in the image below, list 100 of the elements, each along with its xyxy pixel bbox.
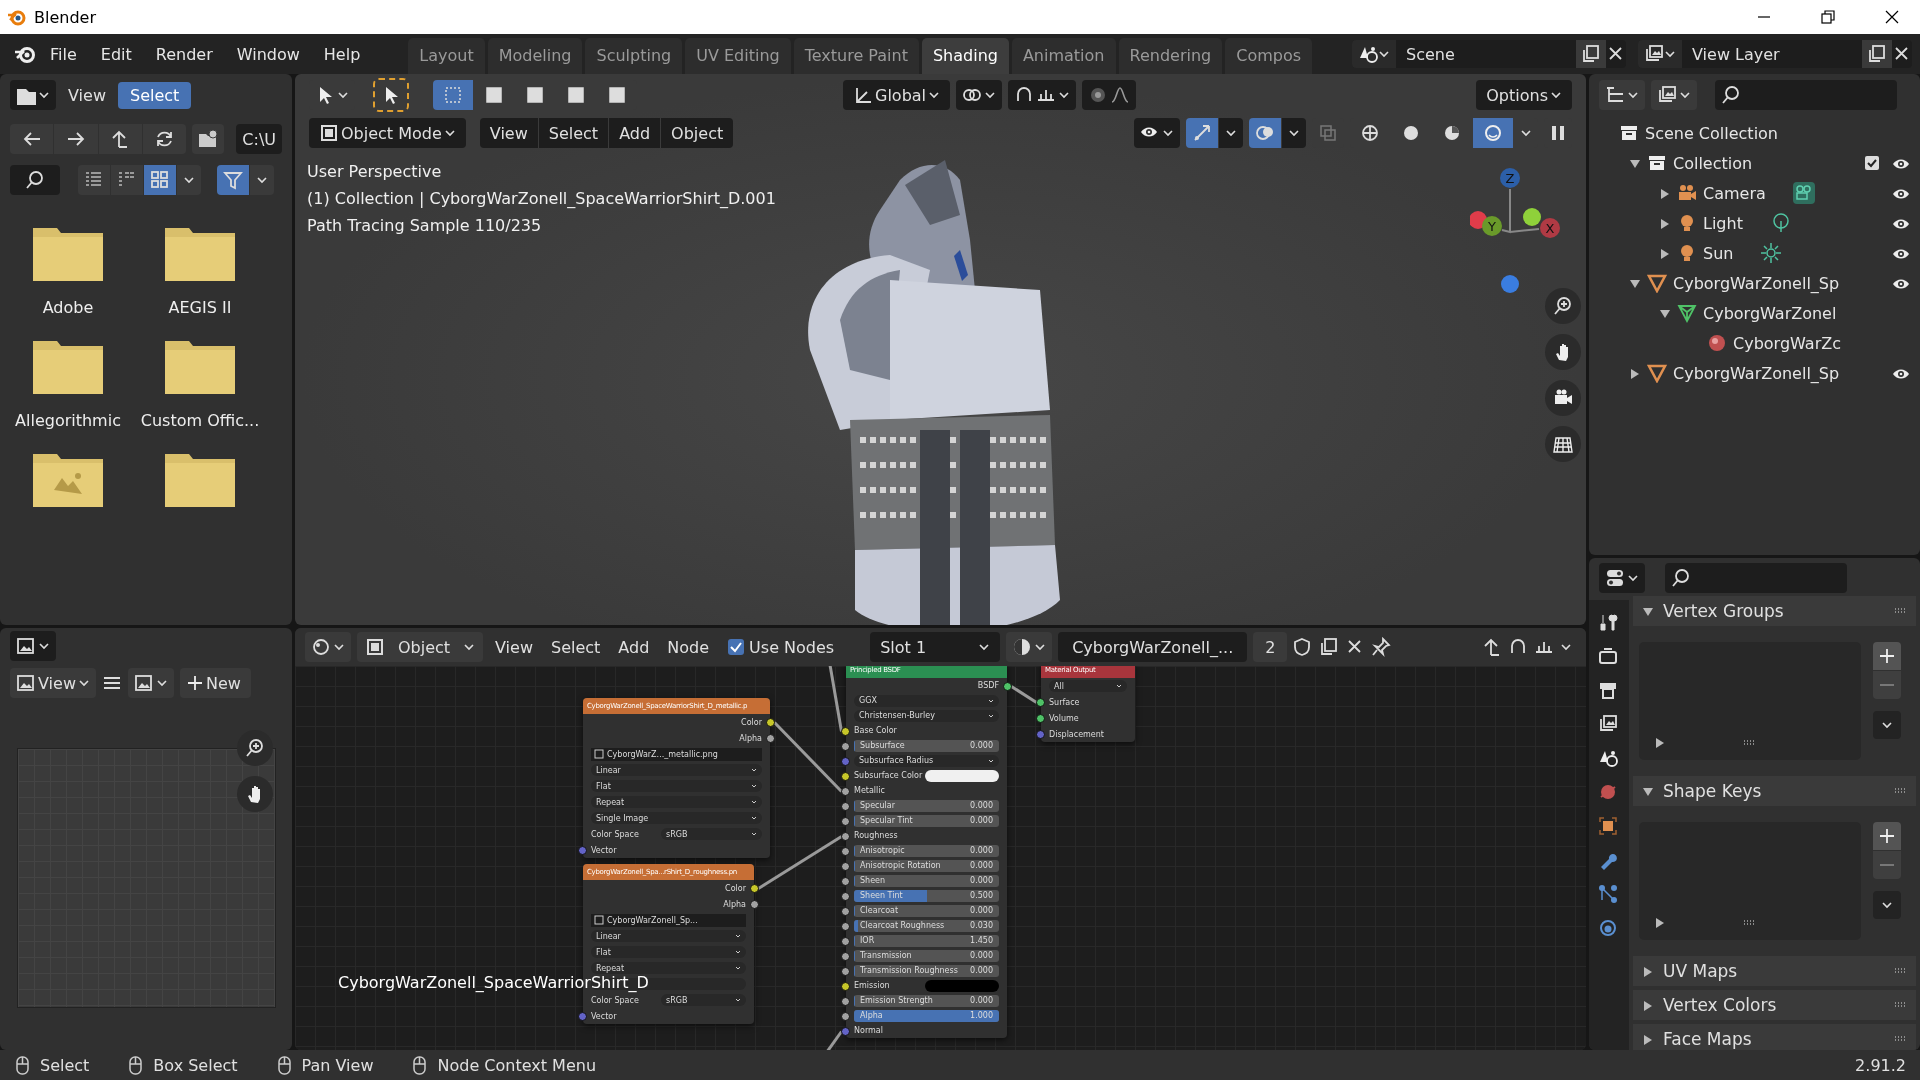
value-slider[interactable]: Alpha 1.000	[854, 1009, 999, 1022]
file-name[interactable]: Adobe	[42, 298, 94, 317]
scene-selector[interactable]: Scene	[1352, 40, 1626, 68]
menu-item[interactable]: Render	[145, 40, 223, 68]
node-dropdown[interactable]: sRGB	[661, 828, 762, 840]
tree-item-label[interactable]: Collection	[1673, 153, 1753, 173]
socket-label: Vector	[591, 1011, 617, 1021]
node-dropdown[interactable]: Christensen-Burley	[854, 709, 999, 722]
workspace-tab[interactable]: Rendering	[1118, 38, 1223, 74]
node-dropdown[interactable]: Repeat	[591, 962, 746, 974]
use-nodes-checkbox[interactable]: Use Nodes	[721, 633, 841, 661]
socket-label: Vector	[591, 845, 617, 855]
socket-label: Emission	[854, 981, 890, 990]
node-dropdown[interactable]: Flat	[591, 780, 762, 792]
tree-item-label[interactable]: Sun	[1703, 243, 1734, 263]
value-slider[interactable]: Subsurface 0.000	[854, 739, 999, 752]
socket-label: Base Color	[854, 726, 897, 735]
material-name-field[interactable]: CyborgWarZonell_...	[1058, 632, 1248, 662]
menu-item[interactable]: Help	[313, 40, 371, 68]
panel-header[interactable]: Shape Keys	[1633, 776, 1916, 806]
menu-item[interactable]: Select	[117, 81, 192, 109]
value-slider[interactable]: Sheen Tint 0.500	[854, 889, 999, 902]
workspace-tab[interactable]: Layout	[408, 38, 485, 74]
socket-label: Alpha	[739, 733, 762, 743]
tree-item-label[interactable]: CyborgWarZc	[1733, 333, 1841, 353]
value-slider[interactable]: Sheen 0.000	[854, 874, 999, 887]
view-dropdown[interactable]: View	[10, 668, 96, 698]
value-slider[interactable]: Clearcoat 0.000	[854, 904, 999, 917]
value-slider[interactable]: Transmission 0.000	[854, 949, 999, 962]
tree-item-label[interactable]: CyborgWarZonell_Sp	[1673, 273, 1840, 293]
value-slider[interactable]: Emission Strength 0.000	[854, 994, 999, 1007]
node-dropdown[interactable]: sRGB	[661, 994, 746, 1006]
menu-item[interactable]: Edit	[90, 40, 142, 68]
workspace-tab[interactable]: Texture Paint	[793, 38, 919, 74]
slot-dropdown[interactable]: Slot 1	[870, 632, 1001, 662]
value-slider[interactable]: IOR 1.450	[854, 934, 999, 947]
image-selector[interactable]: CyborgWarZonell_Sp...	[591, 913, 746, 927]
shader-type-dropdown[interactable]: Object	[357, 632, 483, 662]
workspace-tab[interactable]: Shading	[921, 38, 1009, 74]
value-slider[interactable]: Clearcoat Roughness 0.030	[854, 919, 999, 932]
node-dropdown[interactable]: Single Image	[591, 812, 762, 824]
menu-item[interactable]: Node	[661, 633, 716, 661]
node-dropdown[interactable]: Subsurface Radius	[854, 754, 999, 767]
value-slider[interactable]: Transmission Roughness 0.000	[854, 964, 999, 977]
tree-item-label[interactable]: Scene Collection	[1645, 123, 1778, 143]
window-title: Blender	[34, 7, 96, 27]
socket-label: Metallic	[854, 786, 885, 795]
file-name[interactable]: Custom Offic...	[140, 411, 260, 430]
transform-orientation-dropdown[interactable]: Global	[843, 80, 951, 110]
node-dropdown[interactable]: Linear	[591, 764, 762, 776]
node-dropdown[interactable]: GGX	[854, 694, 999, 707]
menu-item[interactable]: Add	[609, 118, 661, 148]
tree-item-label[interactable]: CyborgWarZonell_Sp	[1673, 363, 1840, 383]
tree-item-label[interactable]: CyborgWarZonel	[1703, 303, 1837, 323]
image-selector[interactable]: CyborgWarZ..._metallic.png	[591, 747, 762, 761]
node-dropdown[interactable]: All	[1049, 680, 1127, 692]
workspace-tab[interactable]: Compos	[1225, 38, 1313, 74]
workspace-tab[interactable]: Sculpting	[585, 38, 683, 74]
path-field[interactable]: C:\U	[236, 124, 282, 154]
tree-item-label[interactable]: Light	[1703, 213, 1743, 233]
value-slider[interactable]: Specular Tint 0.000	[854, 814, 999, 827]
options-dropdown[interactable]: Options	[1476, 80, 1572, 110]
menu-item[interactable]: View	[479, 118, 538, 148]
node-dropdown[interactable]: Repeat	[591, 796, 762, 808]
file-name[interactable]: Allegorithmic	[15, 411, 121, 430]
panel-header[interactable]: Vertex Groups	[1633, 596, 1916, 626]
status-hint: Box Select	[153, 1055, 238, 1075]
socket-label: Roughness	[854, 831, 898, 840]
menu-item[interactable]: File	[40, 40, 87, 68]
value-slider[interactable]: Specular 0.000	[854, 799, 999, 812]
axis-handle[interactable]: Y	[1482, 216, 1502, 236]
workspace-tab[interactable]: Animation	[1011, 38, 1116, 74]
value-slider[interactable]: Anisotropic Rotation 0.000	[854, 859, 999, 872]
socket-label: Color	[741, 717, 762, 727]
socket-label: Alpha	[723, 899, 746, 909]
panel-header[interactable]: Face Maps	[1633, 1024, 1916, 1050]
menu-item[interactable]: Object	[661, 118, 734, 148]
socket-label: BSDF	[977, 681, 999, 690]
node-dropdown[interactable]: Flat	[591, 946, 746, 958]
menu-item[interactable]: View	[62, 81, 112, 109]
mode-dropdown[interactable]: Object Mode	[309, 118, 466, 148]
value-slider[interactable]: Anisotropic 0.000	[854, 844, 999, 857]
viewport-info-text: Path Tracing Sample 110/235	[307, 215, 542, 237]
socket-label: Color	[725, 883, 746, 893]
file-name[interactable]: AEGIS II	[168, 298, 232, 317]
menu-item[interactable]: View	[489, 633, 539, 661]
menu-item[interactable]: Select	[544, 633, 607, 661]
new-image-button[interactable]: New	[179, 668, 251, 698]
panel-header[interactable]: Vertex Colors	[1633, 990, 1916, 1020]
tree-item-label[interactable]: Camera	[1703, 183, 1766, 203]
version-label: 2.91.2	[1855, 1055, 1906, 1075]
view-layer-selector[interactable]: View Layer	[1638, 40, 1912, 68]
user-count[interactable]: 2	[1253, 632, 1288, 662]
panel-header[interactable]: UV Maps	[1633, 956, 1916, 986]
menu-item[interactable]: Add	[612, 633, 656, 661]
node-dropdown[interactable]: Linear	[591, 930, 746, 942]
workspace-tab[interactable]: Modeling	[487, 38, 583, 74]
workspace-tab[interactable]: UV Editing	[685, 38, 791, 74]
menu-item[interactable]: Select	[538, 118, 609, 148]
menu-item[interactable]: Window	[226, 40, 310, 68]
